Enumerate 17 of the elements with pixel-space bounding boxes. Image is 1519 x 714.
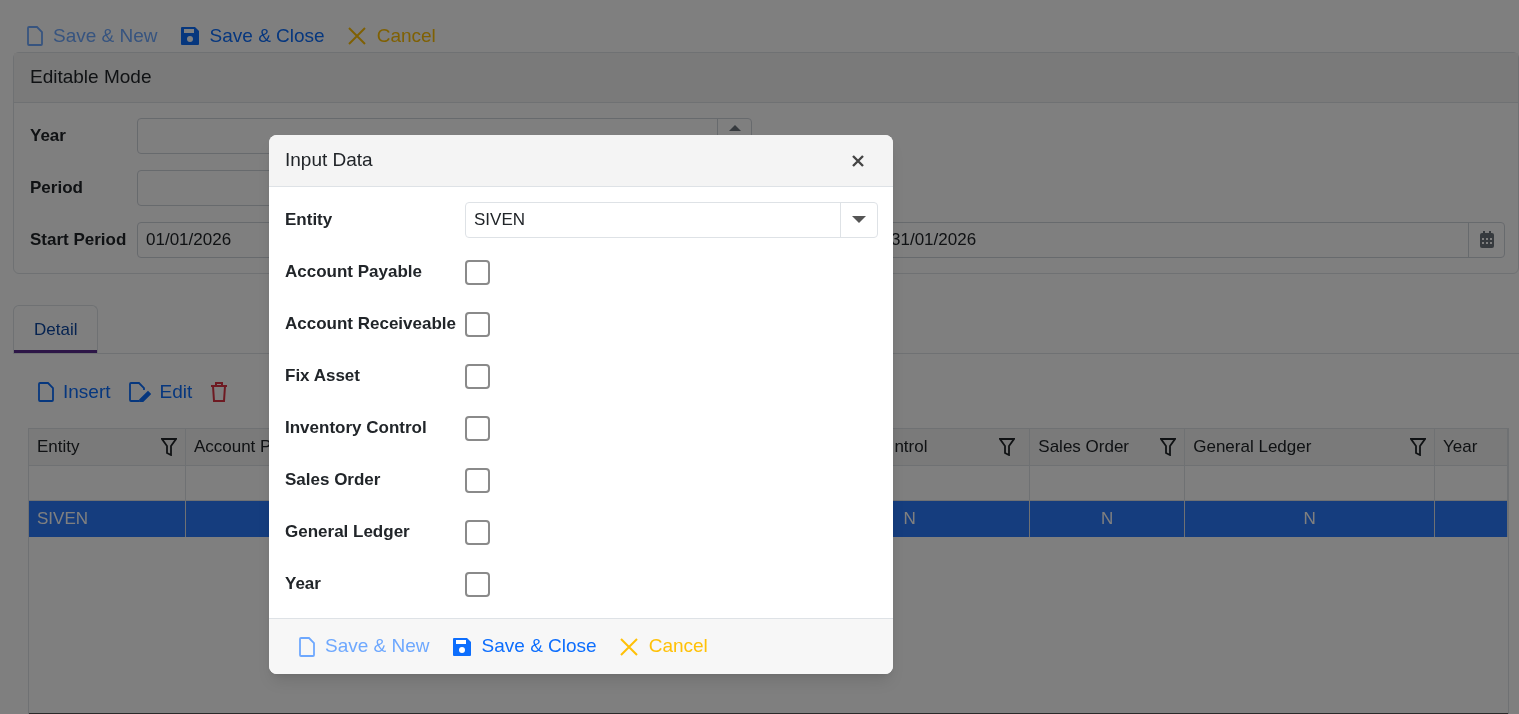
- checkbox-label: Inventory Control: [284, 417, 428, 440]
- checkbox-label: Sales Order: [284, 469, 382, 492]
- panel-title: Editable Mode: [30, 65, 152, 90]
- field-label: Year: [29, 125, 67, 148]
- table-cell-text: N: [903, 508, 916, 531]
- field-label: Period: [29, 177, 84, 200]
- checkbox-label: Fix Asset: [284, 365, 361, 388]
- checkbox-label: Year: [284, 573, 322, 596]
- table-cell-text: N: [1303, 508, 1316, 531]
- dialog-title: Input Data: [285, 148, 373, 173]
- checkbox-label: Account Payable: [284, 261, 423, 284]
- table-cell-text: SIVEN: [37, 508, 89, 531]
- field-label: Entity: [284, 209, 334, 232]
- table-cell-text: N: [1101, 508, 1114, 531]
- checkbox-label: Account Receiveable: [284, 313, 457, 336]
- checkbox-label: General Ledger: [284, 521, 411, 544]
- field-label: Start Period: [29, 229, 128, 252]
